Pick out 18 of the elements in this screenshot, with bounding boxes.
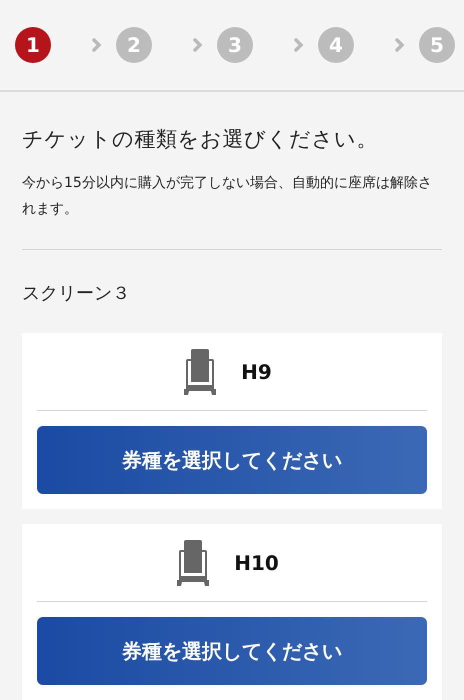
- screen-label: スクリーン３: [22, 282, 131, 306]
- step-indicator: 2: [116, 27, 152, 63]
- seat-number: H9: [241, 359, 272, 386]
- select-ticket-button[interactable]: 券種を選択してください: [37, 426, 427, 494]
- seat-icon: [182, 349, 218, 395]
- seat-number: H10: [234, 550, 279, 577]
- chevron-icon: [294, 38, 304, 52]
- step-indicator: 4: [318, 27, 354, 63]
- step-indicator: 3: [217, 27, 253, 63]
- page-title: チケットの種類をお選びください。: [22, 126, 379, 153]
- step-indicator: 1: [15, 27, 51, 63]
- chevron-icon: [395, 38, 405, 52]
- step-indicator: 5: [419, 27, 455, 63]
- chevron-icon: [193, 38, 203, 52]
- select-ticket-button[interactable]: 券種を選択してください: [37, 617, 427, 685]
- time-limit-note: 今から15分以内に購入が完了しない場合、自動的に座席は解除されます。: [22, 174, 433, 219]
- chevron-icon: [92, 38, 102, 52]
- seat-icon: [175, 540, 212, 586]
